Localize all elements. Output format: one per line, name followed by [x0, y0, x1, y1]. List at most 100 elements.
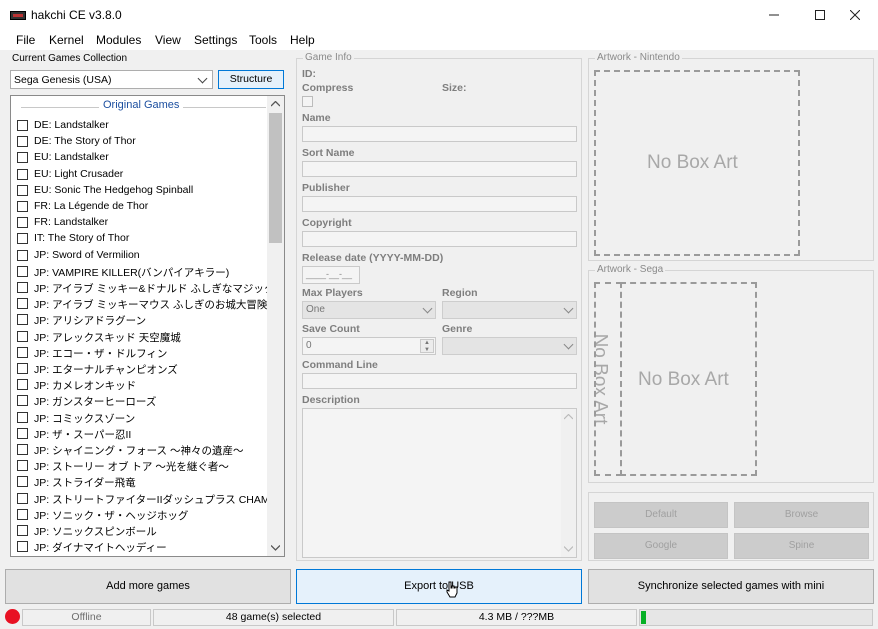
game-checkbox[interactable] [17, 395, 28, 407]
game-checkbox[interactable] [17, 168, 28, 180]
game-checkbox[interactable] [17, 541, 28, 553]
menu-settings[interactable]: Settings [194, 33, 237, 47]
game-title: JP: ソニック・ザ・ヘッジホッグ [34, 509, 189, 522]
game-list-item[interactable]: FR: Landstalker [17, 215, 272, 231]
description-field[interactable] [302, 408, 577, 558]
list-scrollbar[interactable] [267, 96, 284, 556]
game-list-item[interactable]: JP: アイラブ ミッキー&ドナルド ふしぎなマジックボッ... [17, 280, 284, 296]
name-field[interactable] [302, 126, 577, 142]
game-list-item[interactable]: JP: ダイナマイトヘッディー [17, 539, 272, 555]
game-checkbox[interactable] [17, 492, 28, 504]
game-list-item[interactable]: IT: The Story of Thor [17, 231, 272, 247]
publisher-field[interactable] [302, 196, 577, 212]
game-list-item[interactable]: JP: ガンスターヒーローズ [17, 393, 272, 409]
game-checkbox[interactable] [17, 460, 28, 472]
genre-select[interactable] [442, 337, 577, 355]
game-info-title: Game Info [303, 52, 354, 63]
add-more-games-button[interactable]: Add more games [5, 569, 291, 604]
game-list-item[interactable]: JP: ソニックスピンボール [17, 523, 272, 539]
game-list-item[interactable]: EU: Sonic The Hedgehog Spinball [17, 183, 272, 199]
save-count-field[interactable]: 0 ▲ ▼ [302, 337, 436, 355]
game-checkbox[interactable] [17, 298, 28, 310]
game-checkbox[interactable] [17, 282, 28, 293]
google-art-button[interactable]: Google [594, 533, 728, 559]
export-to-usb-button[interactable]: Export to USB [296, 569, 582, 604]
sync-games-button[interactable]: Synchronize selected games with mini [588, 569, 874, 604]
menu-tools[interactable]: Tools [249, 33, 277, 47]
game-list-item[interactable]: JP: コミックスゾーン [17, 410, 272, 426]
save-count-spinner[interactable]: ▲ ▼ [420, 339, 434, 353]
release-date-field[interactable]: ____-__-__ [302, 266, 360, 284]
game-list-item[interactable]: JP: ストライダー飛竜 [17, 474, 272, 490]
menu-modules[interactable]: Modules [96, 33, 141, 47]
game-list-item[interactable]: JP: VAMPIRE KILLER(バンパイアキラー) [17, 264, 272, 280]
game-checkbox[interactable] [17, 411, 28, 423]
default-art-button[interactable]: Default [594, 502, 728, 528]
sega-no-art-text: No Box Art [638, 369, 729, 390]
collection-select[interactable]: Sega Genesis (USA) [10, 70, 213, 89]
game-checkbox[interactable] [17, 427, 28, 439]
game-list-item[interactable]: EU: Landstalker [17, 150, 272, 166]
game-checkbox[interactable] [17, 379, 28, 391]
scroll-down-icon[interactable] [271, 545, 280, 551]
game-list-item[interactable]: JP: ソニック・ザ・ヘッジホッグ [17, 507, 272, 523]
game-list-item[interactable]: JP: ストリートファイターIIダッシュプラス CHAMPION E... [17, 491, 284, 507]
game-list-item[interactable]: JP: アリシアドラグーン [17, 312, 272, 328]
copyright-field[interactable] [302, 231, 577, 247]
nintendo-box-art[interactable]: No Box Art [594, 70, 800, 256]
menu-kernel[interactable]: Kernel [49, 33, 84, 47]
game-list-item[interactable]: JP: アイラブ ミッキーマウス ふしぎのお城大冒険 [17, 296, 272, 312]
game-list-item[interactable]: JP: ザ・スーパー忍II [17, 426, 272, 442]
game-checkbox[interactable] [17, 330, 28, 342]
game-checkbox[interactable] [17, 314, 28, 326]
game-checkbox[interactable] [17, 265, 28, 277]
game-checkbox[interactable] [17, 346, 28, 358]
game-checkbox[interactable] [17, 249, 28, 261]
game-list-item[interactable]: JP: アレックスキッド 天空魔城 [17, 329, 272, 345]
game-checkbox[interactable] [17, 508, 28, 520]
spine-art-button[interactable]: Spine [734, 533, 869, 559]
game-checkbox[interactable] [17, 233, 28, 245]
game-checkbox[interactable] [17, 444, 28, 455]
game-checkbox[interactable] [17, 201, 28, 212]
game-checkbox[interactable] [17, 184, 28, 196]
sort-name-field[interactable] [302, 161, 577, 177]
sega-spine-art[interactable]: No Box Art [594, 282, 622, 476]
browse-art-button[interactable]: Browse [734, 502, 869, 528]
game-checkbox[interactable] [17, 363, 28, 374]
game-list-item[interactable]: JP: ストーリー オブ トア 〜光を継ぐ者〜 [17, 458, 272, 474]
game-list-item[interactable]: FR: La Légende de Thor [17, 199, 272, 215]
description-scrollbar[interactable] [561, 409, 576, 557]
game-checkbox[interactable] [17, 120, 28, 131]
game-list-item[interactable]: JP: エコー・ザ・ドルフィン [17, 345, 272, 361]
game-checkbox[interactable] [17, 217, 28, 229]
menu-help[interactable]: Help [290, 33, 315, 47]
game-list-item[interactable]: JP: カメレオンキッド [17, 377, 272, 393]
scroll-down-icon[interactable] [564, 546, 573, 552]
scroll-up-icon[interactable] [271, 101, 280, 107]
game-checkbox[interactable] [17, 525, 28, 536]
game-checkbox[interactable] [17, 136, 28, 148]
scroll-up-icon[interactable] [564, 414, 573, 420]
game-checkbox[interactable] [17, 152, 28, 164]
game-list-item[interactable]: JP: シャイニング・フォース 〜神々の遺産〜 [17, 442, 272, 458]
region-select[interactable] [442, 301, 577, 319]
game-list-item[interactable]: JP: エターナルチャンピオンズ [17, 361, 272, 377]
max-players-select[interactable]: One [302, 301, 436, 319]
close-button[interactable] [832, 0, 878, 30]
structure-button[interactable]: Structure [218, 70, 284, 89]
scroll-thumb[interactable] [269, 113, 282, 243]
command-line-field[interactable] [302, 373, 577, 389]
game-list-item[interactable]: JP: Sword of Vermilion [17, 248, 272, 264]
game-list-item[interactable]: DE: Landstalker [17, 118, 272, 134]
compress-checkbox[interactable] [302, 96, 313, 107]
menu-file[interactable]: File [16, 33, 35, 47]
sega-box-art[interactable]: No Box Art [620, 282, 757, 476]
minimize-button[interactable] [751, 0, 797, 30]
game-list-item[interactable]: EU: Light Crusader [17, 167, 272, 183]
game-title: EU: Sonic The Hedgehog Spinball [34, 183, 194, 196]
game-list-item[interactable]: DE: The Story of Thor [17, 134, 272, 150]
game-checkbox[interactable] [17, 476, 28, 488]
menu-view[interactable]: View [155, 33, 181, 47]
games-list[interactable]: Original Games DE: Landstalker DE: The St… [10, 95, 285, 557]
